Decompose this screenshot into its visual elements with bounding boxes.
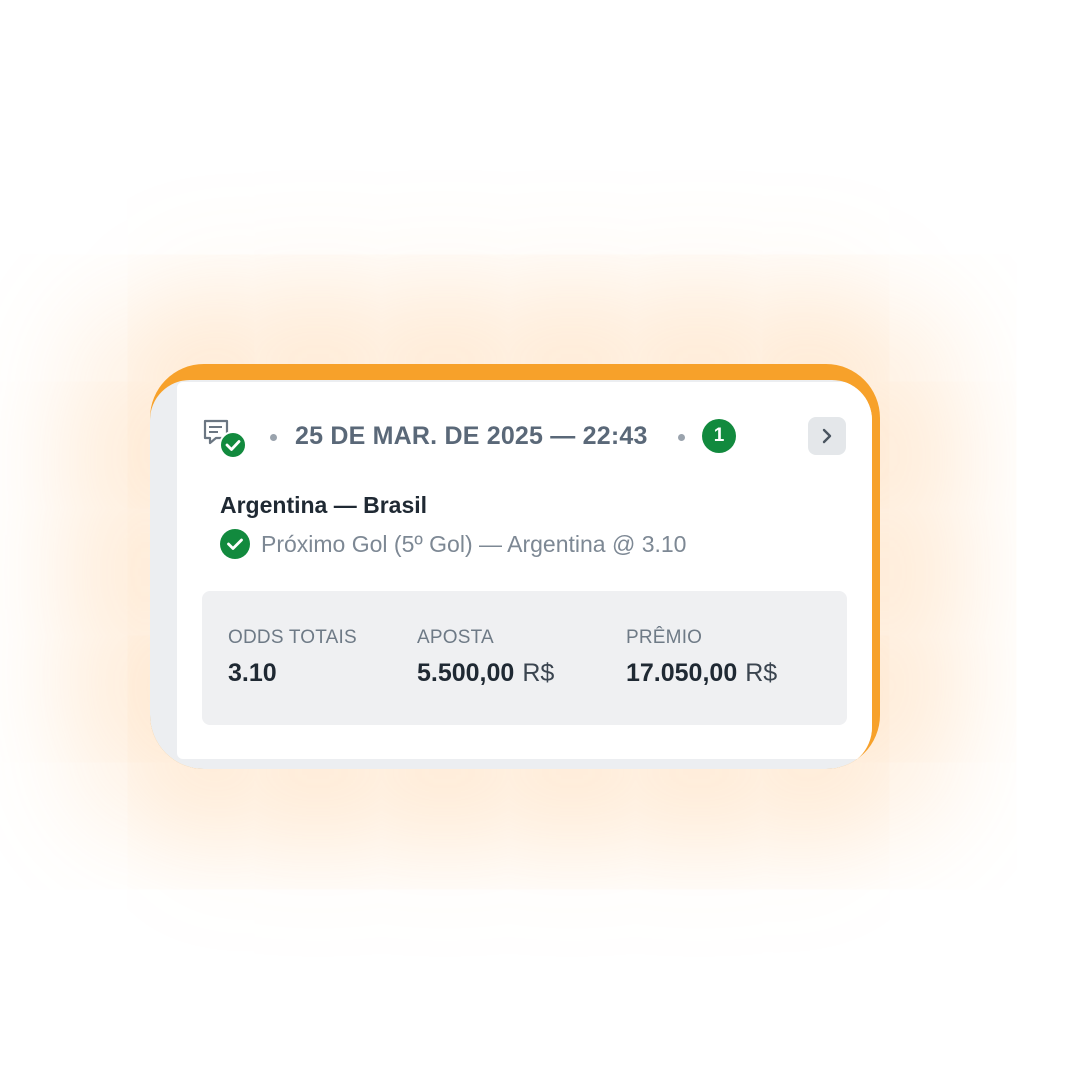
- prize-value: 17.050,00: [626, 659, 738, 687]
- odds-value: 3.10: [228, 659, 277, 687]
- match-title: Argentina — Brasil: [220, 492, 428, 518]
- stake-label: APOSTA: [417, 627, 494, 648]
- selection-text: Próximo Gol (5º Gol) — Argentina @ 3.10: [261, 531, 687, 557]
- bet-datetime: 25 DE MAR. DE 2025 — 22:43: [295, 422, 648, 450]
- odds-column: ODDS TOTAIS 3.10: [228, 627, 357, 688]
- stake-value: 5.500,00: [417, 659, 515, 687]
- chevron-right-icon: [822, 428, 832, 444]
- stake-value-row: 5.500,00 R$: [417, 659, 554, 688]
- prize-value-row: 17.050,00 R$: [626, 659, 777, 688]
- odds-label: ODDS TOTAIS: [228, 627, 357, 648]
- prize-label: PRÊMIO: [626, 627, 703, 648]
- details-button[interactable]: [808, 417, 846, 455]
- stake-column: APOSTA 5.500,00 R$: [417, 627, 554, 688]
- phone-frame: 25 DE MAR. DE 2025 — 22:43 1 Argentina —…: [150, 364, 880, 769]
- separator-dot: [678, 434, 685, 441]
- ticket-check-icon: [202, 418, 248, 460]
- stake-currency: R$: [522, 659, 555, 687]
- check-circle-icon: [220, 529, 250, 559]
- prize-column: PRÊMIO 17.050,00 R$: [626, 627, 777, 688]
- prize-currency: R$: [745, 659, 778, 687]
- selections-count-badge: 1: [702, 419, 736, 453]
- bet-summary: ODDS TOTAIS 3.10 APOSTA 5.500,00 R$ PRÊMI…: [202, 591, 847, 725]
- separator-dot: [270, 434, 277, 441]
- phone-screen: 25 DE MAR. DE 2025 — 22:43 1 Argentina —…: [150, 380, 872, 769]
- bet-card-header: 25 DE MAR. DE 2025 — 22:43 1: [202, 417, 846, 460]
